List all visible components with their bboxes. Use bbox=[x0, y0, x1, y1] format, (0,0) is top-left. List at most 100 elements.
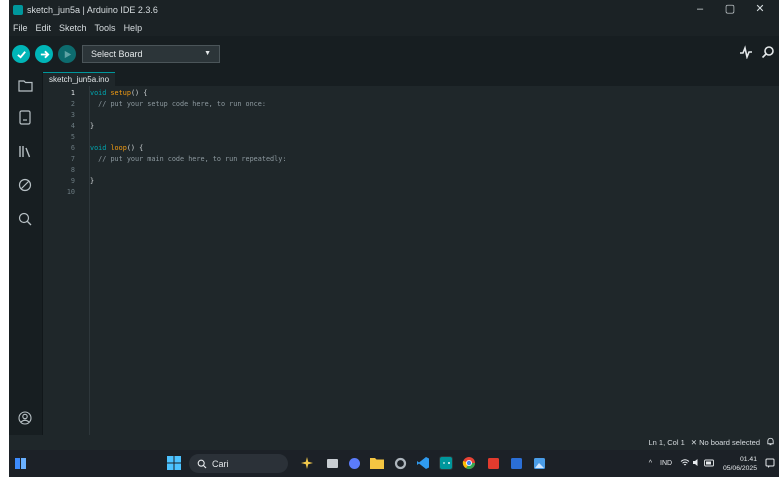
code-keyword: void bbox=[90, 144, 107, 152]
account-icon bbox=[18, 411, 32, 425]
search-placeholder: Cari bbox=[212, 458, 229, 469]
board-select-dropdown[interactable]: Select Board ▼ bbox=[82, 45, 220, 63]
arduino-ide-window: sketch_jun5a | Arduino IDE 2.3.6 – ▢ ✕ F… bbox=[9, 0, 779, 450]
cursor-position[interactable]: Ln 1, Col 1 bbox=[648, 438, 684, 447]
code-comment: // put your setup code here, to run once… bbox=[90, 100, 266, 108]
profile-button[interactable] bbox=[16, 409, 34, 427]
sparkle-icon bbox=[301, 457, 313, 469]
taskbar-clock[interactable]: 01.41 05/06/2025 bbox=[723, 455, 757, 473]
file-explorer-icon bbox=[370, 458, 384, 469]
task-view-button[interactable] bbox=[325, 456, 339, 470]
clock-date: 05/06/2025 bbox=[722, 464, 757, 472]
maximize-button[interactable]: ▢ bbox=[715, 0, 745, 19]
search-icon bbox=[197, 459, 207, 468]
serial-monitor-button[interactable] bbox=[761, 45, 775, 64]
line-number-gutter: 1 2 3 4 5 6 7 8 9 10 bbox=[43, 86, 90, 435]
toolbar: Select Board ▼ bbox=[9, 36, 779, 72]
system-tray: ^ IND 01.41 05/06/2025 bbox=[649, 450, 775, 477]
line-number: 2 bbox=[70, 100, 75, 108]
arduino-logo-icon bbox=[13, 4, 23, 15]
code-line: // put your main code here, to run repea… bbox=[90, 155, 286, 163]
window-controls: – ▢ ✕ bbox=[685, 0, 775, 19]
start-button[interactable] bbox=[167, 456, 181, 470]
verify-button[interactable] bbox=[12, 45, 30, 63]
chrome-icon bbox=[462, 457, 475, 470]
upload-button[interactable] bbox=[35, 45, 53, 63]
serial-monitor-icon bbox=[761, 45, 774, 58]
code-line: void loop() { bbox=[90, 144, 143, 152]
clock-time: 01.41 bbox=[739, 455, 757, 463]
wifi-icon bbox=[680, 459, 690, 466]
line-number: 5 bbox=[70, 133, 75, 141]
code-keyword: void bbox=[90, 89, 107, 97]
pdf-icon bbox=[487, 457, 499, 469]
network-volume-battery[interactable] bbox=[680, 458, 715, 469]
battery-icon bbox=[704, 459, 714, 467]
code-comment: // put your main code here, to run repea… bbox=[90, 155, 287, 163]
line-number: 9 bbox=[70, 177, 75, 185]
serial-plotter-icon bbox=[740, 44, 752, 60]
app-vscode[interactable] bbox=[416, 456, 430, 470]
window-title: sketch_jun5a | Arduino IDE 2.3.6 bbox=[27, 4, 158, 15]
arduino-icon bbox=[440, 457, 452, 469]
menu-tools[interactable]: Tools bbox=[91, 23, 120, 33]
board-manager-icon bbox=[19, 109, 31, 125]
app-meet[interactable] bbox=[347, 456, 361, 470]
word-icon bbox=[510, 457, 522, 469]
board-status[interactable]: ✕ No board selected bbox=[691, 438, 760, 447]
app-chrome[interactable] bbox=[462, 456, 476, 470]
menu-help[interactable]: Help bbox=[120, 23, 147, 33]
app-settings[interactable] bbox=[393, 456, 407, 470]
library-icon bbox=[18, 145, 30, 157]
folder-icon bbox=[17, 79, 33, 92]
code-editor[interactable]: 1 2 3 4 5 6 7 8 9 10 void setup() { // p… bbox=[43, 86, 779, 435]
code-text: } bbox=[90, 177, 95, 185]
task-view-icon bbox=[326, 458, 338, 468]
title-bar: sketch_jun5a | Arduino IDE 2.3.6 – ▢ ✕ bbox=[9, 0, 779, 19]
copilot-button[interactable] bbox=[300, 456, 314, 470]
minimize-button[interactable]: – bbox=[685, 0, 715, 19]
code-function: loop bbox=[110, 144, 127, 152]
sketchbook-button[interactable] bbox=[16, 76, 34, 94]
app-pdf-reader[interactable] bbox=[486, 456, 500, 470]
widgets-icon bbox=[14, 457, 26, 469]
debug-panel-button[interactable] bbox=[16, 176, 34, 194]
notification-icon bbox=[765, 458, 775, 468]
line-number: 3 bbox=[70, 111, 75, 119]
menu-file[interactable]: File bbox=[9, 23, 32, 33]
code-line: void setup() { bbox=[90, 89, 147, 97]
app-file-explorer[interactable] bbox=[370, 456, 384, 470]
editor-tab-bar: sketch_jun5a.ino bbox=[43, 72, 779, 86]
debug-button[interactable] bbox=[58, 45, 76, 63]
arrow-right-icon bbox=[40, 50, 49, 58]
search-panel-button[interactable] bbox=[16, 210, 34, 228]
status-bar: Ln 1, Col 1 ✕ No board selected bbox=[9, 435, 779, 450]
menu-bar: File Edit Sketch Tools Help bbox=[9, 19, 779, 36]
app-arduino-ide[interactable] bbox=[439, 456, 453, 470]
keyboard-language[interactable]: IND bbox=[660, 460, 672, 467]
boards-manager-button[interactable] bbox=[16, 108, 34, 126]
app-photos[interactable] bbox=[532, 456, 546, 470]
serial-plotter-button[interactable] bbox=[739, 44, 753, 64]
notifications-button[interactable] bbox=[766, 437, 775, 448]
widgets-button[interactable] bbox=[13, 456, 27, 470]
check-icon bbox=[16, 50, 26, 59]
menu-sketch[interactable]: Sketch bbox=[55, 23, 91, 33]
caret-down-icon: ▼ bbox=[204, 50, 211, 57]
notification-center-button[interactable] bbox=[765, 458, 775, 470]
line-number: 6 bbox=[70, 144, 75, 152]
activity-sidebar bbox=[9, 72, 43, 435]
tray-chevron-up-icon[interactable]: ^ bbox=[649, 460, 652, 467]
app-word[interactable] bbox=[509, 456, 523, 470]
search-icon bbox=[18, 212, 32, 226]
close-button[interactable]: ✕ bbox=[745, 0, 775, 19]
toolbar-right bbox=[739, 36, 775, 72]
code-text: () { bbox=[126, 144, 144, 152]
debug-icon bbox=[64, 50, 71, 58]
taskbar-search[interactable]: Cari bbox=[189, 454, 288, 473]
tab-sketch[interactable]: sketch_jun5a.ino bbox=[43, 72, 116, 86]
library-manager-button[interactable] bbox=[16, 142, 34, 160]
board-select-label: Select Board bbox=[91, 49, 143, 59]
menu-edit[interactable]: Edit bbox=[32, 23, 56, 33]
gear-icon bbox=[394, 457, 406, 469]
